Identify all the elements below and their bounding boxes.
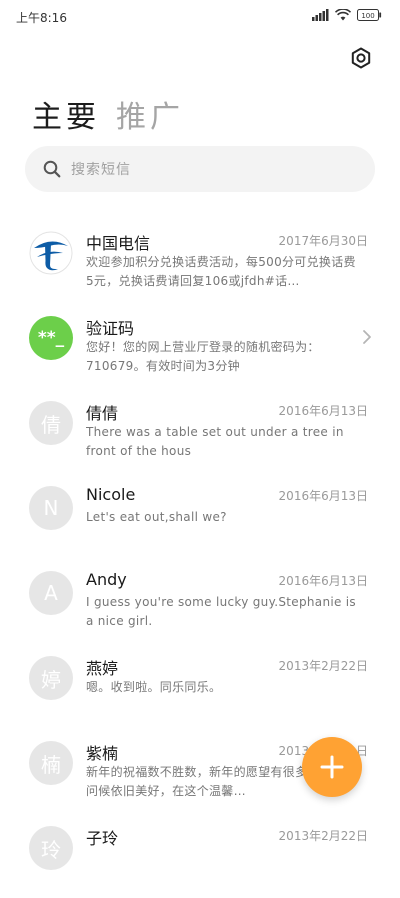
conversation-item[interactable]: **_ 验证码 您好！您的网上营业厅登录的随机密码为：710679。有效时间为3… bbox=[0, 303, 400, 388]
battery-level: 100 bbox=[361, 12, 374, 20]
status-bar: 上午8:16 100 bbox=[0, 0, 400, 34]
contact-name: 燕婷 bbox=[86, 659, 119, 678]
avatar: 玲 bbox=[29, 826, 73, 870]
contact-name: 紫楠 bbox=[86, 744, 119, 763]
settings-hexagon-icon bbox=[351, 47, 371, 69]
message-date: 2013年2月22日 bbox=[278, 829, 368, 843]
message-preview: 您好！您的网上营业厅登录的随机密码为：710679。有效时间为3分钟 bbox=[86, 340, 320, 373]
contact-name: 子玲 bbox=[86, 829, 119, 848]
conversation-item[interactable]: 中国电信 2017年6月30日 欢迎参加积分兑换话费活动，每500分可兑换话费5… bbox=[0, 218, 400, 303]
search-bar[interactable]: 搜索短信 bbox=[25, 146, 375, 192]
message-preview: Let's eat out,shall we? bbox=[86, 510, 227, 524]
conversation-item[interactable]: 倩 倩倩 2016年6月13日 There was a table set ou… bbox=[0, 388, 400, 473]
chevron-right-icon bbox=[363, 330, 371, 344]
search-placeholder: 搜索短信 bbox=[71, 162, 131, 178]
china-telecom-logo-icon bbox=[29, 231, 73, 275]
avatar: N bbox=[29, 486, 73, 530]
message-preview: 欢迎参加积分兑换话费活动，每500分可兑换话费5元，兑换话费请回复106或jfd… bbox=[86, 255, 356, 288]
message-date: 2017年6月30日 bbox=[278, 234, 368, 248]
search-icon bbox=[43, 160, 61, 178]
battery-icon: 100 bbox=[357, 9, 382, 21]
message-date: 2016年6月13日 bbox=[278, 489, 368, 503]
avatar: A bbox=[29, 571, 73, 615]
new-message-button[interactable] bbox=[302, 737, 362, 797]
avatar: **_ bbox=[29, 316, 73, 360]
avatar: 婷 bbox=[29, 656, 73, 700]
contact-name: 验证码 bbox=[86, 319, 135, 338]
avatar: 倩 bbox=[29, 401, 73, 445]
contact-name: 中国电信 bbox=[86, 234, 151, 253]
avatar: 楠 bbox=[29, 741, 73, 785]
conversation-item[interactable]: 婷 燕婷 2013年2月22日 嗯。收到啦。同乐同乐。 bbox=[0, 643, 400, 728]
message-date: 2016年6月13日 bbox=[278, 404, 368, 418]
tab-primary[interactable]: 主要 bbox=[32, 92, 100, 136]
tab-bar: 主要 推广 bbox=[32, 92, 184, 136]
conversation-list: 中国电信 2017年6月30日 欢迎参加积分兑换话费活动，每500分可兑换话费5… bbox=[0, 218, 400, 898]
message-preview: I guess you're some lucky guy.Stephanie … bbox=[86, 595, 356, 628]
signal-icon bbox=[312, 9, 329, 21]
message-preview: 嗯。收到啦。同乐同乐。 bbox=[86, 680, 222, 694]
wifi-icon bbox=[335, 9, 351, 21]
contact-name: Andy bbox=[86, 570, 127, 589]
conversation-item[interactable]: 玲 子玲 2013年2月22日 bbox=[0, 813, 400, 898]
message-preview: There was a table set out under a tree i… bbox=[86, 425, 344, 458]
status-icons: 100 bbox=[312, 9, 382, 21]
status-time: 上午8:16 bbox=[16, 11, 67, 25]
message-date: 2013年2月22日 bbox=[278, 659, 368, 673]
message-date: 2016年6月13日 bbox=[278, 574, 368, 588]
conversation-item[interactable]: A Andy 2016年6月13日 I guess you're some lu… bbox=[0, 558, 400, 643]
settings-button[interactable] bbox=[347, 44, 375, 72]
contact-name: Nicole bbox=[86, 485, 136, 504]
conversation-item[interactable]: N Nicole 2016年6月13日 Let's eat out,shall … bbox=[0, 473, 400, 558]
contact-name: 倩倩 bbox=[86, 404, 119, 423]
tab-promotions[interactable]: 推广 bbox=[116, 92, 184, 136]
plus-icon bbox=[320, 755, 344, 779]
